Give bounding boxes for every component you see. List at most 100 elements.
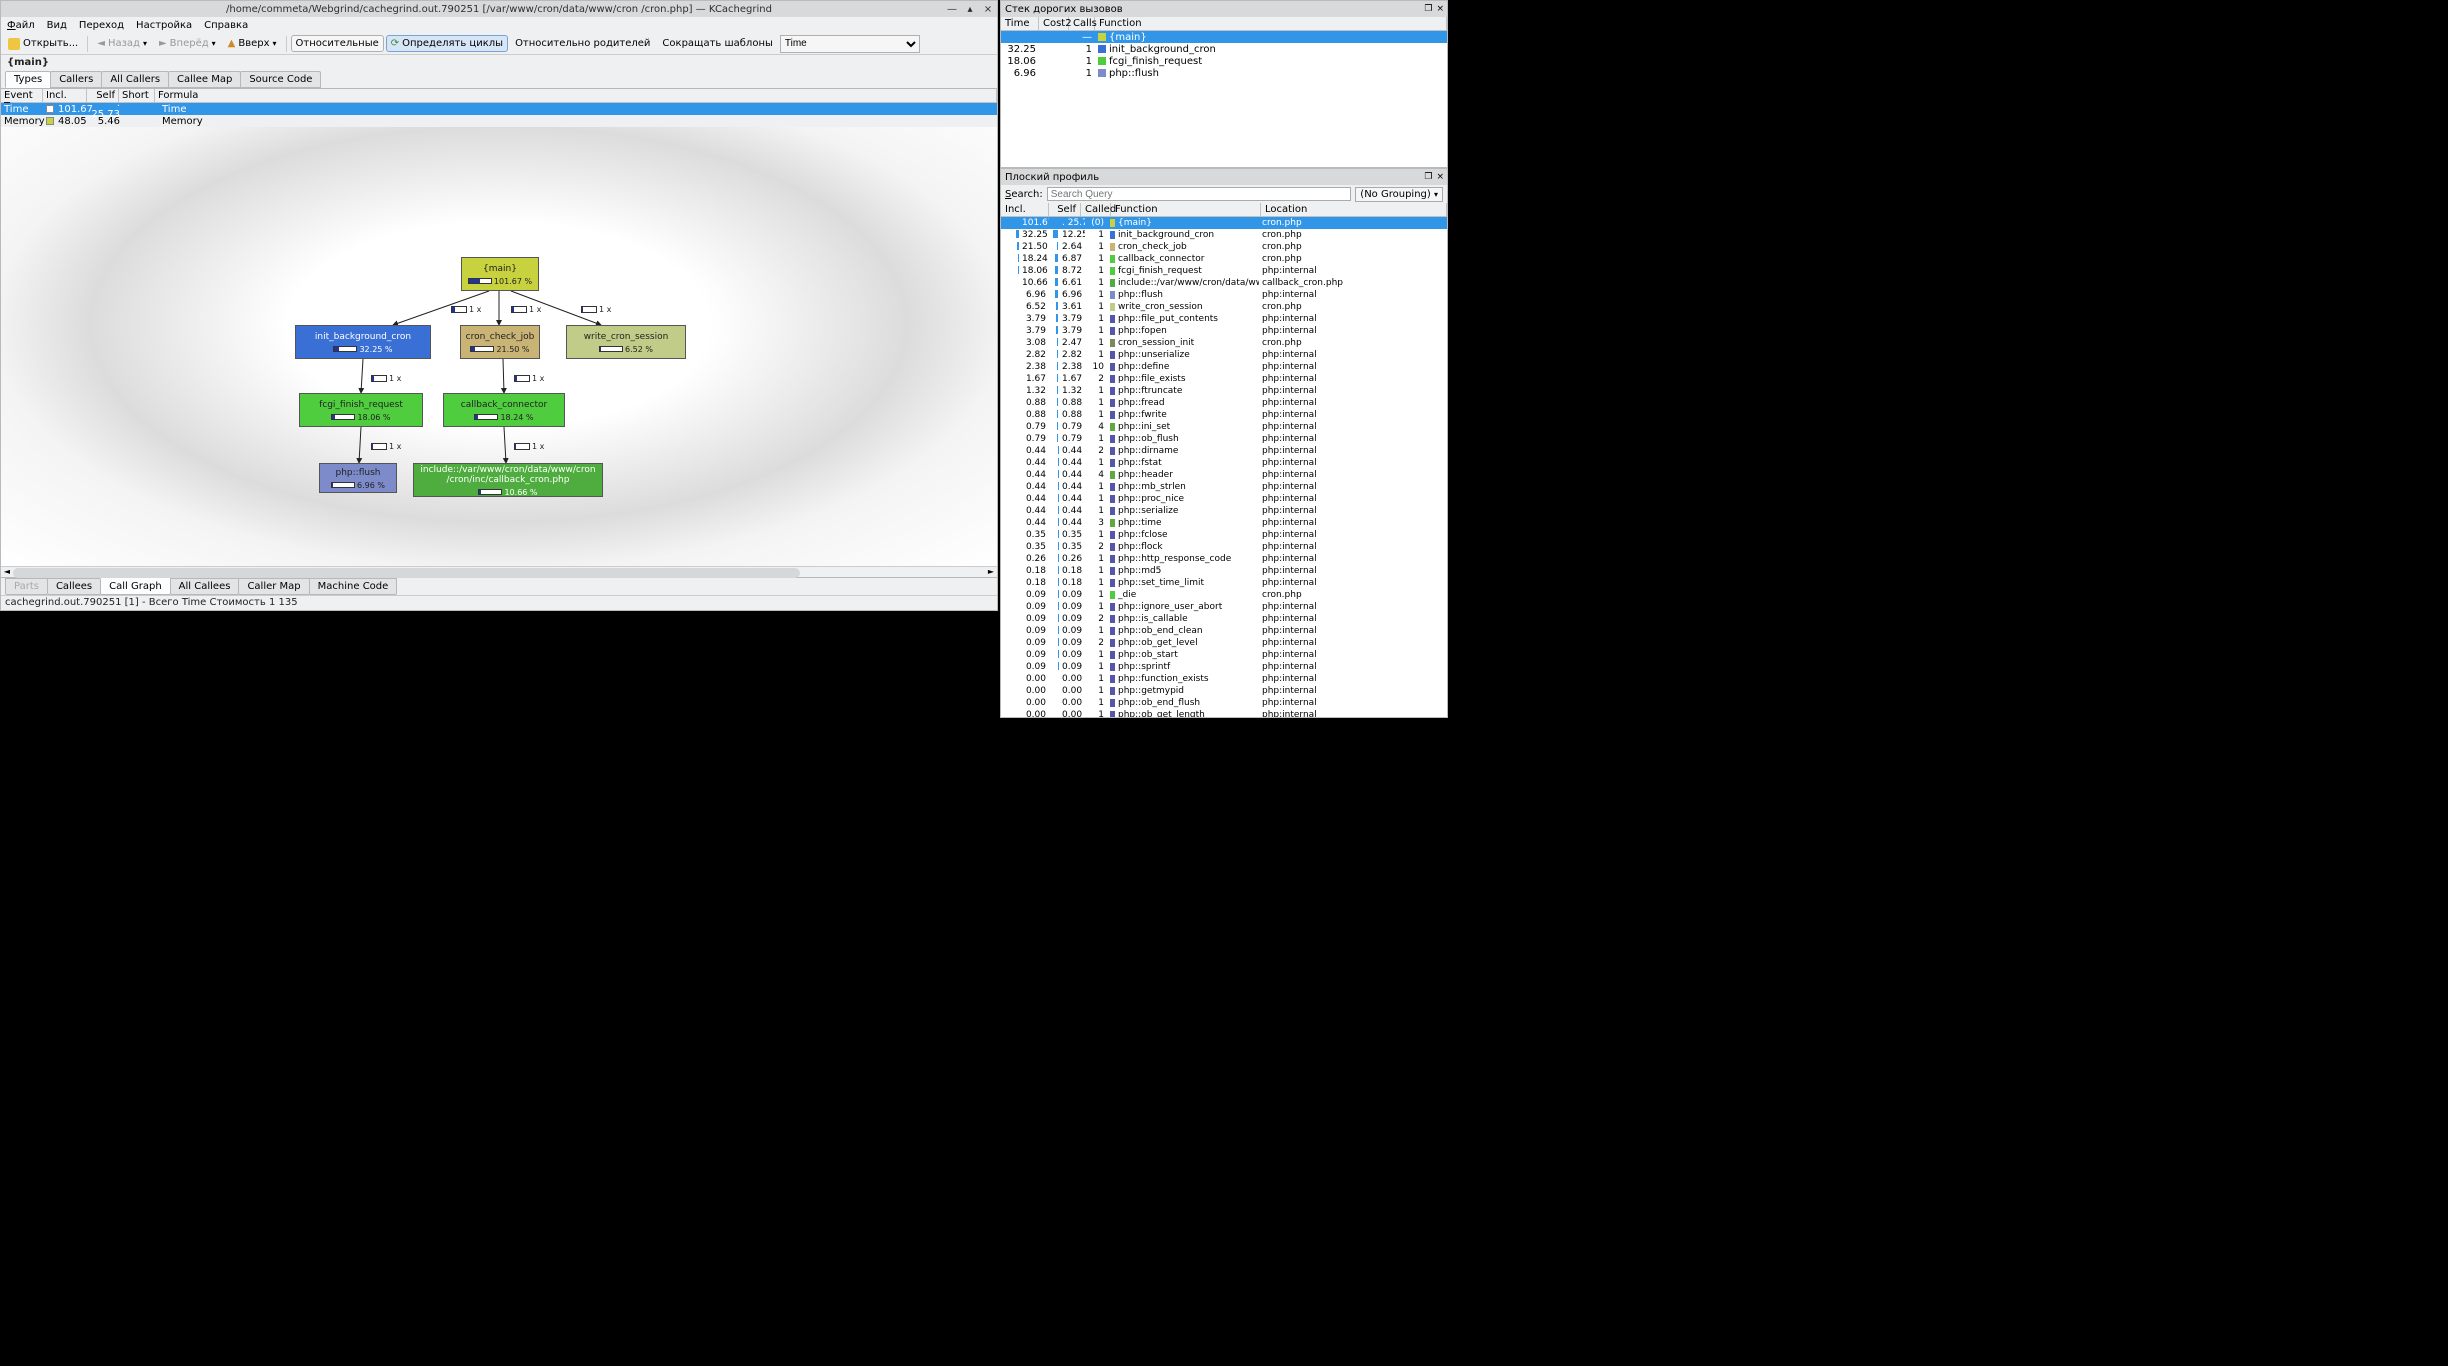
profile-row[interactable]: 0.440.441php::proc_nicephp:internal bbox=[1001, 493, 1447, 505]
profile-row[interactable]: 3.082.471cron_session_initcron.php bbox=[1001, 337, 1447, 349]
col-location[interactable]: Location bbox=[1261, 203, 1447, 216]
profile-row[interactable]: 6.966.961php::flushphp:internal bbox=[1001, 289, 1447, 301]
profile-row[interactable]: 0.180.181php::md5php:internal bbox=[1001, 565, 1447, 577]
tab-types[interactable]: Types bbox=[5, 71, 51, 88]
dock-title[interactable]: Плоский профиль ❐× bbox=[1001, 169, 1447, 185]
menu-file[interactable]: Файл bbox=[1, 20, 41, 31]
event-row[interactable]: Memory48.055.46Memory bbox=[1, 115, 997, 127]
col-short[interactable]: Short bbox=[119, 89, 155, 102]
profile-row[interactable]: 1.321.321php::ftruncatephp:internal bbox=[1001, 385, 1447, 397]
bottom-tab-call-graph[interactable]: Call Graph bbox=[100, 578, 171, 595]
profile-row[interactable]: 3.793.791php::fopenphp:internal bbox=[1001, 325, 1447, 337]
profile-row[interactable]: 32.2512.251init_background_croncron.php bbox=[1001, 229, 1447, 241]
relative-toggle[interactable]: Относительные bbox=[291, 35, 384, 52]
graph-node-ccj[interactable]: cron_check_job21.50 % bbox=[460, 325, 540, 359]
graph-node-cbc[interactable]: callback_connector18.24 % bbox=[443, 393, 565, 427]
event-row[interactable]: Time101.67. 25.73Time bbox=[1, 103, 997, 115]
dock-title[interactable]: Стек дорогих вызовов ❐× bbox=[1001, 1, 1447, 17]
profile-row[interactable]: 0.350.352php::flockphp:internal bbox=[1001, 541, 1447, 553]
scroll-right-icon[interactable]: ► bbox=[985, 567, 997, 577]
profile-row[interactable]: 6.523.611write_cron_sessioncron.php bbox=[1001, 301, 1447, 313]
profile-row[interactable]: 0.440.441php::serializephp:internal bbox=[1001, 505, 1447, 517]
bottom-tab-callees[interactable]: Callees bbox=[47, 578, 101, 595]
profile-row[interactable]: 21.502.641cron_check_jobcron.php bbox=[1001, 241, 1447, 253]
profile-row[interactable]: 0.090.091php::sprintfphp:internal bbox=[1001, 661, 1447, 673]
menu-view[interactable]: Вид bbox=[41, 20, 73, 31]
col-incl[interactable]: Incl. bbox=[43, 89, 87, 102]
profile-row[interactable]: 18.068.721fcgi_finish_requestphp:interna… bbox=[1001, 265, 1447, 277]
rel-parent-toggle[interactable]: Относительно родителей bbox=[510, 35, 655, 52]
graph-node-pf[interactable]: php::flush6.96 % bbox=[319, 463, 397, 493]
scroll-left-icon[interactable]: ◄ bbox=[1, 567, 13, 577]
search-input[interactable] bbox=[1047, 187, 1352, 201]
float-icon[interactable]: ❐ bbox=[1424, 4, 1432, 14]
graph-node-ibc[interactable]: init_background_cron32.25 % bbox=[295, 325, 431, 359]
profile-row[interactable]: 10.666.611include::/var/www/cron/data/ww… bbox=[1001, 277, 1447, 289]
profile-row[interactable]: 18.246.871callback_connectorcron.php bbox=[1001, 253, 1447, 265]
scroll-thumb[interactable] bbox=[13, 568, 800, 578]
up-button[interactable]: ▲Вверх▾ bbox=[223, 35, 282, 52]
profile-row[interactable]: 0.260.261php::http_response_codephp:inte… bbox=[1001, 553, 1447, 565]
profile-row[interactable]: 0.790.791php::ob_flushphp:internal bbox=[1001, 433, 1447, 445]
menu-help[interactable]: Справка bbox=[198, 20, 254, 31]
col-cost2[interactable]: Cost2 bbox=[1039, 17, 1069, 30]
profile-row[interactable]: 0.350.351php::fclosephp:internal bbox=[1001, 529, 1447, 541]
minimize-icon[interactable]: — bbox=[945, 4, 959, 15]
grouping-select[interactable]: Time bbox=[780, 35, 920, 53]
back-button[interactable]: ◄Назад▾ bbox=[92, 35, 152, 52]
stack-row[interactable]: 32.251init_background_cron bbox=[1001, 43, 1447, 55]
profile-row[interactable]: 0.090.091php::ob_end_cleanphp:internal bbox=[1001, 625, 1447, 637]
graph-node-main[interactable]: {main}101.67 % bbox=[461, 257, 539, 291]
profile-row[interactable]: 0.440.441php::fstatphp:internal bbox=[1001, 457, 1447, 469]
graph-node-ffr[interactable]: fcgi_finish_request18.06 % bbox=[299, 393, 423, 427]
col-function[interactable]: Function bbox=[1111, 203, 1261, 216]
grouping-select[interactable]: (No Grouping) ▾ bbox=[1355, 187, 1443, 202]
profile-row[interactable]: 0.090.091php::ob_startphp:internal bbox=[1001, 649, 1447, 661]
profile-row[interactable]: 0.180.181php::set_time_limitphp:internal bbox=[1001, 577, 1447, 589]
col-event-type[interactable]: Event Type bbox=[1, 89, 43, 102]
call-graph-canvas[interactable]: {main}101.67 % init_background_cron32.25 … bbox=[1, 127, 997, 566]
col-time[interactable]: Time bbox=[1001, 17, 1039, 30]
profile-row[interactable]: 1.671.672php::file_existsphp:internal bbox=[1001, 373, 1447, 385]
close-icon[interactable]: × bbox=[1436, 4, 1444, 14]
forward-button[interactable]: ►Вперёд▾ bbox=[154, 35, 221, 52]
profile-row[interactable]: 0.440.443php::timephp:internal bbox=[1001, 517, 1447, 529]
profile-row[interactable]: 0.000.001php::function_existsphp:interna… bbox=[1001, 673, 1447, 685]
titlebar[interactable]: /home/commeta/Webgrind/cachegrind.out.79… bbox=[1, 1, 997, 17]
float-icon[interactable]: ❐ bbox=[1424, 172, 1432, 182]
menu-settings[interactable]: Настройка bbox=[130, 20, 198, 31]
profile-row[interactable]: 3.793.791php::file_put_contentsphp:inter… bbox=[1001, 313, 1447, 325]
bottom-tab-all-callees[interactable]: All Callees bbox=[170, 578, 240, 595]
profile-row[interactable]: 0.440.441php::mb_strlenphp:internal bbox=[1001, 481, 1447, 493]
detect-cycles-toggle[interactable]: ⟳Определять циклы bbox=[386, 35, 508, 52]
profile-row[interactable]: 2.382.3810php::definephp:internal bbox=[1001, 361, 1447, 373]
stack-row[interactable]: 6.961php::flush bbox=[1001, 67, 1447, 79]
maximize-icon[interactable]: ▴ bbox=[963, 4, 977, 15]
stack-row[interactable]: —{main} bbox=[1001, 31, 1447, 43]
scroll-track[interactable] bbox=[13, 567, 985, 577]
close-icon[interactable]: × bbox=[981, 4, 995, 15]
profile-row[interactable]: 2.822.821php::unserializephp:internal bbox=[1001, 349, 1447, 361]
profile-row[interactable]: 0.090.092php::is_callablephp:internal bbox=[1001, 613, 1447, 625]
profile-row[interactable]: 0.090.091php::ignore_user_abortphp:inter… bbox=[1001, 601, 1447, 613]
menu-go[interactable]: Переход bbox=[73, 20, 130, 31]
bottom-tab-caller-map[interactable]: Caller Map bbox=[238, 578, 309, 595]
close-icon[interactable]: × bbox=[1436, 172, 1444, 182]
col-called[interactable]: Called bbox=[1081, 203, 1111, 216]
profile-row[interactable]: 0.000.001php::ob_get_lengthphp:internal bbox=[1001, 709, 1447, 717]
tab-all-callers[interactable]: All Callers bbox=[101, 71, 169, 88]
col-calls[interactable]: Calls bbox=[1069, 17, 1095, 30]
profile-row[interactable]: 0.790.794php::ini_setphp:internal bbox=[1001, 421, 1447, 433]
profile-row[interactable]: 0.090.092php::ob_get_levelphp:internal bbox=[1001, 637, 1447, 649]
profile-row[interactable]: 0.000.001php::getmypidphp:internal bbox=[1001, 685, 1447, 697]
short-tmpl-toggle[interactable]: Сокращать шаблоны bbox=[657, 35, 777, 52]
profile-row[interactable]: 0.000.001php::ob_end_flushphp:internal bbox=[1001, 697, 1447, 709]
stack-row[interactable]: 18.061fcgi_finish_request bbox=[1001, 55, 1447, 67]
tab-callers[interactable]: Callers bbox=[50, 71, 102, 88]
bottom-tab-machine-code[interactable]: Machine Code bbox=[309, 578, 398, 595]
horizontal-scrollbar[interactable]: ◄ ► bbox=[1, 566, 997, 578]
profile-row[interactable]: 0.880.881php::freadphp:internal bbox=[1001, 397, 1447, 409]
profile-row[interactable]: 0.440.442php::dirnamephp:internal bbox=[1001, 445, 1447, 457]
profile-row[interactable]: 0.090.091_diecron.php bbox=[1001, 589, 1447, 601]
col-incl[interactable]: Incl. bbox=[1001, 203, 1049, 216]
